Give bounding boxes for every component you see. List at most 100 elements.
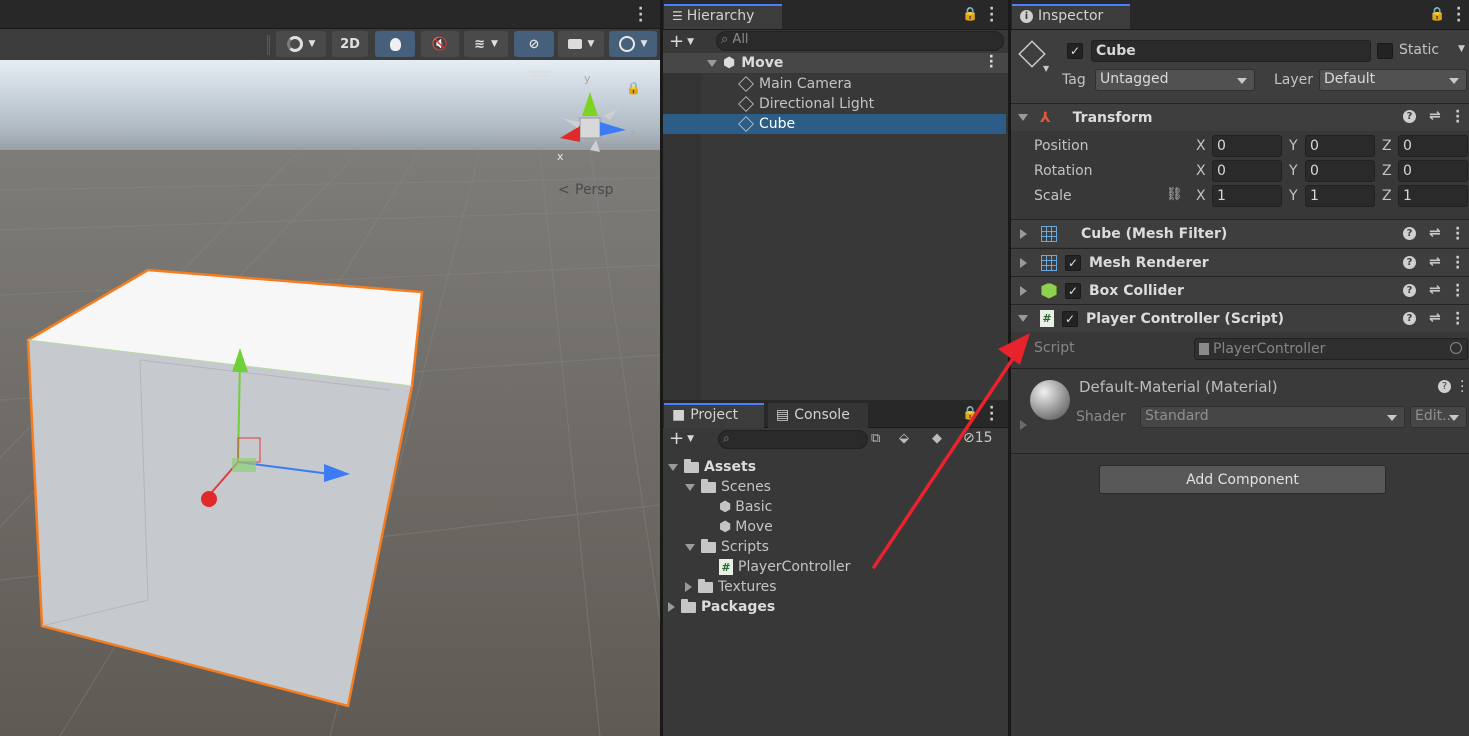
hierarchy-item-main-camera[interactable]: Main Camera <box>663 74 1008 94</box>
preset-icon[interactable]: ⇌ <box>1429 225 1441 241</box>
mesh-renderer-enabled-checkbox[interactable]: ✓ <box>1065 254 1081 271</box>
fold-open-icon[interactable] <box>685 543 695 551</box>
tree-item-move[interactable]: ⬢ Move <box>719 517 773 537</box>
tag-dropdown[interactable]: Untagged <box>1095 69 1255 91</box>
chevron-down-icon[interactable]: ▼ <box>1043 64 1049 73</box>
fold-closed-icon[interactable] <box>668 602 675 612</box>
position-y-field[interactable]: 0 <box>1305 135 1375 157</box>
info-icon: i <box>1020 10 1033 23</box>
effects-button[interactable]: ≋ ▼ <box>464 31 508 57</box>
material-name: Default-Material (Material) <box>1079 378 1278 396</box>
scale-z-field[interactable]: 1 <box>1398 185 1468 207</box>
preset-icon[interactable]: ⇌ <box>1429 254 1441 270</box>
console-icon: ▤ <box>776 407 790 423</box>
hierarchy-item-cube[interactable]: Cube <box>663 114 1006 134</box>
hierarchy-search-input[interactable]: ⌕ All <box>716 31 1004 51</box>
fold-open-icon[interactable] <box>707 59 717 67</box>
audio-toggle-button[interactable]: 🔇 <box>421 31 459 57</box>
more-options-icon[interactable]: · · · <box>1455 105 1460 129</box>
add-component-button[interactable]: Add Component <box>1099 465 1386 494</box>
help-icon[interactable]: ? <box>1403 110 1416 123</box>
fold-open-icon[interactable] <box>1018 315 1028 322</box>
preset-icon[interactable]: ⇌ <box>1429 282 1441 298</box>
box-collider-component-header[interactable]: ✓ Box Collider ? ⇌ · · · <box>1011 276 1469 304</box>
constrain-proportions-icon[interactable]: ⛓ <box>1166 187 1183 202</box>
tab-hierarchy[interactable]: ☰ Hierarchy <box>664 4 782 29</box>
projection-label[interactable]: Persp <box>575 182 614 198</box>
mesh-renderer-component-header[interactable]: ✓ Mesh Renderer ? ⇌ · · · <box>1011 248 1469 276</box>
fold-closed-icon[interactable] <box>1020 257 1027 268</box>
scene-viewport[interactable]: 🔒 y x z < Persp <box>0 60 660 736</box>
more-options-icon[interactable]: · · · <box>989 50 994 74</box>
player-controller-component-header[interactable]: # ✓ Player Controller (Script) ? ⇌ · · · <box>1011 304 1469 332</box>
lock-icon[interactable]: 🔒 <box>962 7 978 22</box>
tree-item-textures[interactable]: Textures <box>685 577 777 597</box>
transform-component-header[interactable]: ⅄ Transform ? ⇌ · · · <box>1011 103 1469 131</box>
fold-open-icon[interactable] <box>1018 114 1028 121</box>
tree-item-basic[interactable]: ⬢ Basic <box>719 497 772 517</box>
tree-item-scenes[interactable]: Scenes <box>685 477 771 497</box>
layer-dropdown[interactable]: Default <box>1319 69 1467 91</box>
fold-closed-icon[interactable] <box>1020 285 1027 296</box>
static-checkbox[interactable] <box>1377 43 1393 59</box>
create-asset-button[interactable]: + ▼ <box>669 428 694 449</box>
more-options-icon[interactable]: · · · <box>989 2 994 28</box>
camera-settings-button[interactable]: ▼ <box>558 31 604 57</box>
preset-icon[interactable]: ⇌ <box>1429 310 1441 326</box>
scale-x-field[interactable]: 1 <box>1212 185 1282 207</box>
help-icon[interactable]: ? <box>1403 312 1416 325</box>
rotation-x-field[interactable]: 0 <box>1212 160 1282 182</box>
fold-open-icon[interactable] <box>685 483 695 491</box>
scene-visibility-button[interactable]: ⊘ <box>514 31 554 57</box>
project-search-input[interactable]: ⌕ <box>718 430 868 449</box>
active-checkbox[interactable]: ✓ <box>1067 43 1083 59</box>
more-options-icon[interactable]: · · · <box>1460 375 1464 399</box>
tree-item-assets[interactable]: Assets <box>668 457 756 477</box>
rotation-z-field[interactable]: 0 <box>1398 160 1468 182</box>
more-options-icon[interactable]: · · · <box>638 2 643 28</box>
item-label: Scenes <box>721 479 771 495</box>
help-icon[interactable]: ? <box>1403 227 1416 240</box>
gizmo-y-label: y <box>584 72 591 85</box>
scale-y-field[interactable]: 1 <box>1305 185 1375 207</box>
position-z-field[interactable]: 0 <box>1398 135 1468 157</box>
scene-header-row[interactable]: ⬢ Move · · · <box>663 50 1008 74</box>
more-options-icon[interactable]: · · · <box>1455 251 1460 275</box>
fold-closed-icon[interactable] <box>685 582 692 592</box>
rotation-y-field[interactable]: 0 <box>1305 160 1375 182</box>
box-collider-enabled-checkbox[interactable]: ✓ <box>1065 282 1081 299</box>
add-object-button[interactable]: + ▼ <box>669 31 694 52</box>
tab-inspector[interactable]: i Inspector <box>1012 4 1130 29</box>
more-options-icon[interactable]: · · · <box>1455 279 1460 303</box>
fold-open-icon[interactable] <box>668 463 678 471</box>
more-options-icon[interactable]: · · · <box>1455 307 1460 331</box>
more-options-icon[interactable]: · · · <box>1455 222 1460 246</box>
more-options-icon[interactable]: · · · <box>1456 2 1461 28</box>
preset-icon[interactable]: ⇌ <box>1429 108 1441 124</box>
position-x-field[interactable]: 0 <box>1212 135 1282 157</box>
help-icon[interactable]: ? <box>1438 380 1451 393</box>
shader-edit-button[interactable]: Edit... <box>1410 406 1467 428</box>
help-icon[interactable]: ? <box>1403 284 1416 297</box>
gizmos-button[interactable]: ▼ <box>609 31 657 57</box>
fold-closed-icon[interactable] <box>1020 228 1027 239</box>
tab-project[interactable]: ■ Project <box>664 403 764 428</box>
static-dropdown-icon[interactable]: ▼ <box>1458 44 1465 54</box>
component-title: Transform <box>1072 109 1153 126</box>
lock-icon[interactable]: 🔒 <box>1429 7 1445 22</box>
scale-y-label: Y <box>1289 188 1298 204</box>
hierarchy-item-directional-light[interactable]: Directional Light <box>663 94 1008 114</box>
help-icon[interactable]: ? <box>1403 256 1416 269</box>
toggle-2d-button[interactable]: 2D <box>332 31 368 57</box>
lighting-toggle-button[interactable] <box>375 31 415 57</box>
object-name-input[interactable]: Cube <box>1091 40 1371 62</box>
tree-item-packages[interactable]: Packages <box>668 597 775 617</box>
shading-mode-button[interactable]: ▼ <box>276 31 326 57</box>
player-controller-enabled-checkbox[interactable]: ✓ <box>1062 310 1078 327</box>
tree-item-playercontroller[interactable]: # PlayerController <box>719 557 850 577</box>
position-label: Position <box>1034 138 1089 154</box>
mesh-filter-component-header[interactable]: Cube (Mesh Filter) ? ⇌ · · · <box>1011 219 1469 247</box>
tree-item-scripts[interactable]: Scripts <box>685 537 769 557</box>
tab-console[interactable]: ▤ Console <box>768 403 868 428</box>
lock-icon[interactable]: 🔒 <box>626 81 641 95</box>
